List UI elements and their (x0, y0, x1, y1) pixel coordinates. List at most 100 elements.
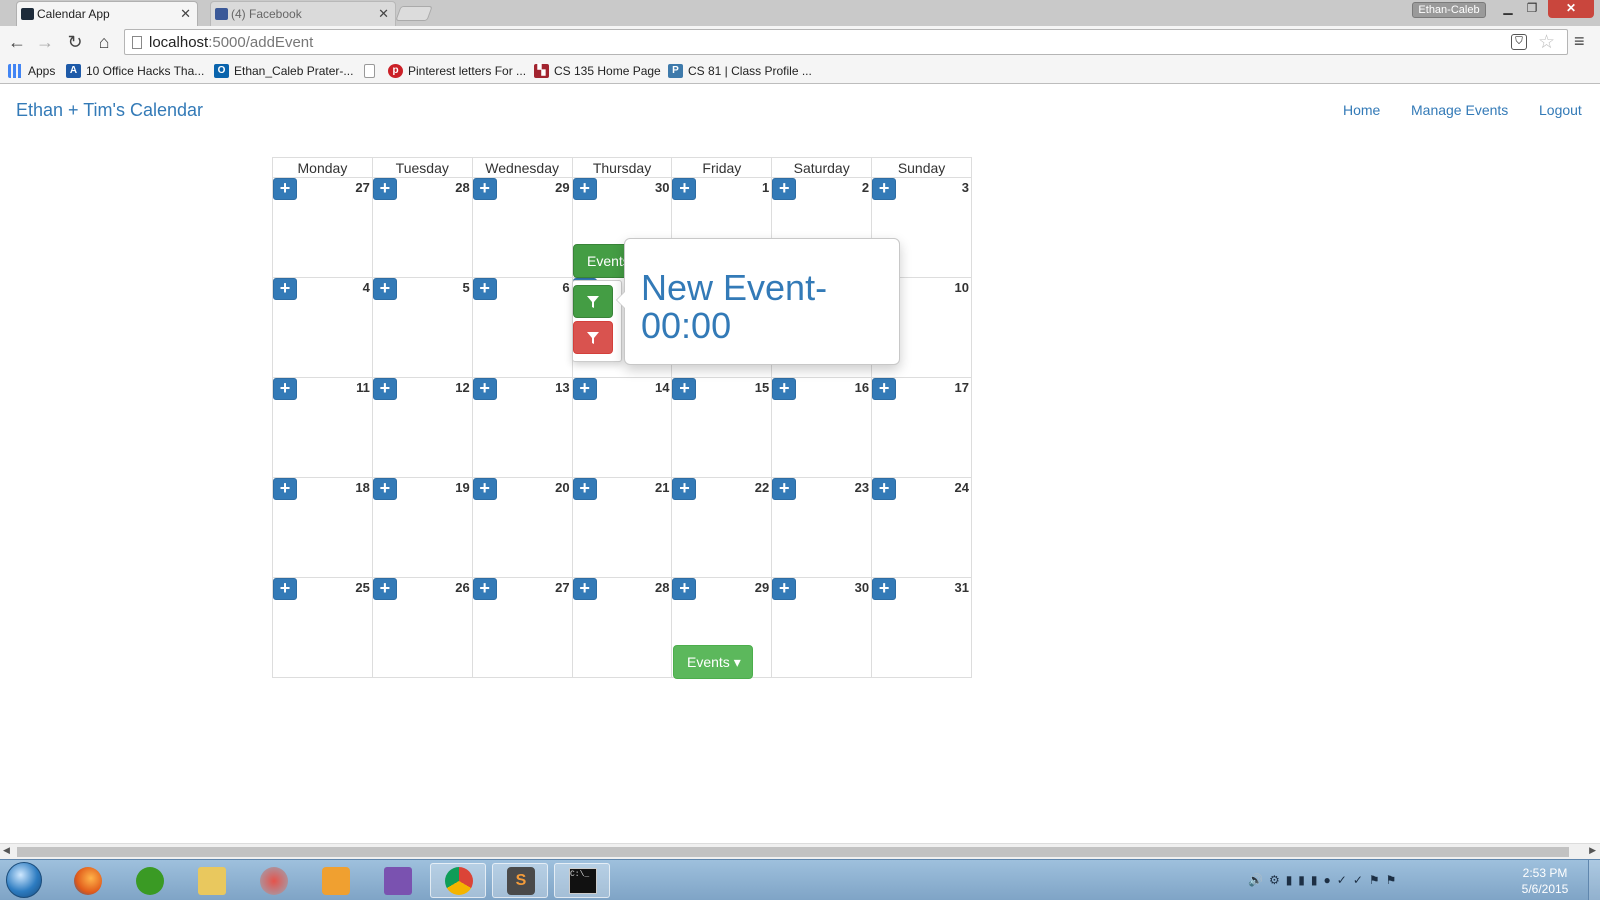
add-event-button[interactable]: + (273, 178, 297, 200)
add-event-button[interactable]: + (772, 378, 797, 400)
add-event-button[interactable]: + (372, 478, 397, 500)
forward-arrow-icon[interactable]: → (34, 31, 56, 53)
new-tab-button[interactable] (395, 6, 433, 21)
calendar-day-cell[interactable]: +19 (371, 477, 473, 578)
calendar-day-cell[interactable]: +23 (771, 477, 873, 578)
nav-logout-link[interactable]: Logout (1539, 102, 1582, 118)
close-tab-icon[interactable]: ✕ (180, 2, 191, 26)
maximize-icon[interactable]: ❐ (1520, 0, 1544, 18)
calendar-day-cell[interactable]: +31 (871, 577, 972, 678)
add-event-button[interactable]: + (372, 178, 397, 200)
bookmark-star-icon[interactable]: ☆ (1538, 31, 1555, 54)
sublime-text-taskbar-icon[interactable]: S (492, 863, 548, 898)
add-event-button[interactable]: + (273, 478, 297, 500)
command-prompt-taskbar-icon[interactable]: C:\_ (554, 863, 610, 898)
add-event-button[interactable]: + (872, 578, 897, 600)
reload-icon[interactable]: ↻ (64, 31, 86, 53)
taskbar-clock[interactable]: 2:53 PM 5/6/2015 (1515, 865, 1575, 897)
add-event-button[interactable]: + (372, 378, 397, 400)
add-event-button[interactable]: + (772, 178, 797, 200)
paint-taskbar-icon[interactable] (246, 863, 302, 898)
add-event-button[interactable]: + (672, 378, 697, 400)
add-event-button[interactable]: + (772, 478, 797, 500)
calendar-day-cell[interactable]: +29 (471, 177, 573, 278)
calendar-day-cell[interactable]: +5 (371, 277, 473, 378)
bookmark-blank[interactable] (364, 62, 384, 80)
calendar-day-cell[interactable]: +18 (272, 477, 373, 578)
bookmark-apps[interactable]: Apps (8, 62, 55, 80)
scrollbar-thumb[interactable] (17, 847, 1569, 857)
add-event-button[interactable]: + (372, 278, 397, 300)
add-event-button[interactable]: + (572, 578, 597, 600)
calendar-day-cell[interactable]: +20 (471, 477, 573, 578)
back-arrow-icon[interactable]: ← (6, 31, 28, 53)
visual-studio-taskbar-icon[interactable] (370, 863, 426, 898)
calendar-day-cell[interactable]: +28 (371, 177, 473, 278)
add-event-button[interactable]: + (472, 178, 497, 200)
scroll-right-icon[interactable]: ▶ (1589, 845, 1596, 856)
add-event-button[interactable]: + (672, 578, 697, 600)
add-event-button[interactable]: + (472, 278, 497, 300)
bookmark-cs135[interactable]: ▚ CS 135 Home Page (534, 62, 661, 80)
extension-icon[interactable]: ⛉ (1511, 34, 1527, 50)
horizontal-scrollbar[interactable]: ◀ ▶ (0, 843, 1600, 859)
add-event-button[interactable]: + (872, 478, 897, 500)
profile-button[interactable]: Ethan-Caleb (1412, 2, 1486, 18)
add-event-button[interactable]: + (572, 178, 597, 200)
calendar-day-cell[interactable]: +24 (871, 477, 972, 578)
calendar-day-cell[interactable]: +26 (371, 577, 473, 678)
calendar-day-cell[interactable]: +21 (571, 477, 673, 578)
spotify-taskbar-icon[interactable] (122, 863, 178, 898)
minimize-icon[interactable]: ▁ (1496, 0, 1520, 18)
calendar-day-cell[interactable]: +14 (571, 377, 673, 478)
add-event-button[interactable]: + (372, 578, 397, 600)
add-event-button[interactable]: + (472, 478, 497, 500)
filter-green-button[interactable] (573, 285, 613, 318)
events-dropdown-button[interactable]: Events ▾ (673, 645, 753, 679)
calendar-day-cell[interactable]: +4 (272, 277, 373, 378)
bookmark-cs81[interactable]: P CS 81 | Class Profile ... (668, 62, 812, 80)
home-icon[interactable]: ⌂ (93, 31, 115, 53)
add-event-button[interactable]: + (472, 578, 497, 600)
start-button-icon[interactable] (6, 862, 42, 898)
nav-manage-events-link[interactable]: Manage Events (1411, 102, 1508, 118)
add-event-button[interactable]: + (872, 378, 897, 400)
calendar-day-cell[interactable]: +15 (671, 377, 773, 478)
calendar-day-cell[interactable]: +11 (272, 377, 373, 478)
calendar-day-cell[interactable]: +27 (471, 577, 573, 678)
bookmark-pinterest[interactable]: p Pinterest letters For ... (388, 62, 526, 80)
window-close-icon[interactable]: ✕ (1548, 0, 1594, 18)
calendar-day-cell[interactable]: +27 (272, 177, 373, 278)
add-event-button[interactable]: + (672, 478, 697, 500)
system-tray-icons[interactable]: 🔊⚙▮▮▮●✓✓⚑⚑ (1248, 873, 1402, 887)
bookmark-outlook[interactable]: O Ethan_Caleb Prater-... (214, 62, 353, 80)
bookmark-office-hacks[interactable]: A 10 Office Hacks Tha... (66, 62, 204, 80)
add-event-button[interactable]: + (273, 278, 297, 300)
chrome-menu-icon[interactable]: ≡ (1574, 31, 1585, 52)
add-event-button[interactable]: + (273, 578, 297, 600)
address-bar[interactable]: localhost:5000/addEvent ⛉ ☆ (124, 29, 1568, 55)
calendar-day-cell[interactable]: +22 (671, 477, 773, 578)
calendar-day-cell[interactable]: +16 (771, 377, 873, 478)
scroll-left-icon[interactable]: ◀ (3, 845, 10, 856)
calendar-day-cell[interactable]: +28 (571, 577, 673, 678)
show-desktop-button[interactable] (1588, 860, 1600, 900)
add-event-button[interactable]: + (472, 378, 497, 400)
nav-home-link[interactable]: Home (1343, 102, 1380, 118)
tab-facebook[interactable]: (4) Facebook ✕ (210, 1, 396, 26)
add-event-button[interactable]: + (672, 178, 697, 200)
calendar-day-cell[interactable]: +13 (471, 377, 573, 478)
add-event-button[interactable]: + (273, 378, 297, 400)
add-event-button[interactable]: + (572, 378, 597, 400)
add-event-button[interactable]: + (872, 178, 897, 200)
calendar-day-cell[interactable]: +17 (871, 377, 972, 478)
file-explorer-taskbar-icon[interactable] (184, 863, 240, 898)
add-event-button[interactable]: + (772, 578, 797, 600)
chrome-taskbar-icon[interactable] (430, 863, 486, 898)
calendar-day-cell[interactable]: +12 (371, 377, 473, 478)
close-tab-icon[interactable]: ✕ (378, 2, 389, 26)
brand-link[interactable]: Ethan + Tim's Calendar (16, 100, 203, 121)
calendar-day-cell[interactable]: +30 (771, 577, 873, 678)
media-player-taskbar-icon[interactable] (308, 863, 364, 898)
calendar-day-cell[interactable]: +6 (471, 277, 573, 378)
